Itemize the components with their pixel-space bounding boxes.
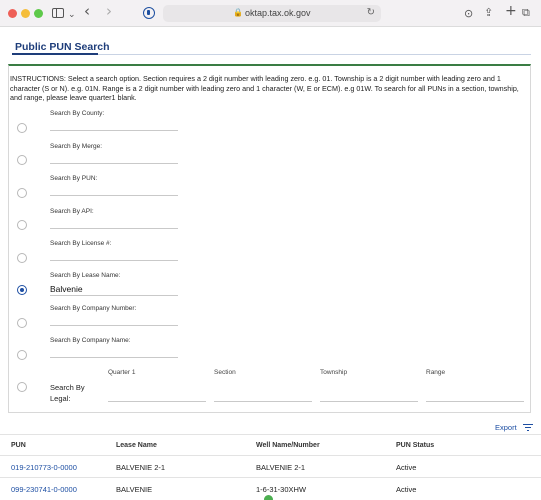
township-label: Township <box>320 369 348 376</box>
pun-label: Search By PUN: <box>50 175 98 182</box>
lease-name-cell: BALVENIE <box>116 485 153 494</box>
pun-field: Search By PUN: <box>50 175 178 196</box>
share-icon[interactable]: ⇪ <box>484 5 493 21</box>
download-icon[interactable]: ⊙ <box>464 6 473 22</box>
pun-link[interactable]: 099-230741-0-0000 <box>11 485 77 494</box>
lease-name-cell: BALVENIE 2-1 <box>116 463 166 472</box>
pun-input[interactable] <box>50 182 178 196</box>
sidebar-toggle-icon[interactable] <box>52 8 64 18</box>
company-name-field: Search By Company Name: <box>50 337 178 358</box>
section-input[interactable] <box>214 376 312 402</box>
radio-company-number[interactable] <box>17 318 27 328</box>
tab-overview-icon[interactable]: ⧉ <box>522 5 530 21</box>
lease-name-label: Search By Lease Name: <box>50 272 121 279</box>
lock-icon: 🔒 <box>233 8 243 17</box>
column-header-pun[interactable]: PUN <box>11 442 26 449</box>
address-bar[interactable]: 🔒 oktap.tax.ok.gov ↻ <box>163 5 381 22</box>
reload-icon[interactable]: ↻ <box>367 7 375 18</box>
well-name-cell: BALVENIE 2-1 <box>256 463 306 472</box>
password-manager-icon[interactable] <box>143 7 155 19</box>
section-label: Section <box>214 369 236 376</box>
status-indicator-icon <box>264 495 273 500</box>
county-field: Search By County: <box>50 110 178 131</box>
table-row: 019-210773-0-0000 BALVENIE 2-1 BALVENIE … <box>0 455 541 477</box>
radio-merge[interactable] <box>17 155 27 165</box>
company-name-label: Search By Company Name: <box>50 337 131 344</box>
instructions-text: INSTRUCTIONS: Select a search option. Se… <box>10 74 519 103</box>
forward-icon[interactable]: › <box>106 3 112 19</box>
radio-lease-name[interactable] <box>17 285 27 295</box>
page-title: Public PUN Search <box>15 41 110 53</box>
company-name-input[interactable] <box>50 344 178 358</box>
radio-county[interactable] <box>17 123 27 133</box>
company-number-field: Search By Company Number: <box>50 305 178 326</box>
range-input[interactable] <box>426 376 524 402</box>
merge-field: Search By Merge: <box>50 143 178 164</box>
quarter1-field: Quarter 1 <box>108 369 206 402</box>
browser-toolbar: ⌄ ‹ › 🔒 oktap.tax.ok.gov ↻ ⊙ ⇪ + ⧉ <box>0 0 541 27</box>
well-name-cell: 1-6-31-30XHW <box>256 485 307 494</box>
range-label: Range <box>426 369 446 376</box>
api-input[interactable] <box>50 215 178 229</box>
quarter1-label: Quarter 1 <box>108 369 136 376</box>
legal-label: Search By Legal: <box>50 383 85 403</box>
filter-icon[interactable] <box>523 424 533 432</box>
license-field: Search By License #: <box>50 240 178 261</box>
merge-label: Search By Merge: <box>50 143 103 150</box>
chevron-down-icon[interactable]: ⌄ <box>68 7 76 23</box>
radio-legal[interactable] <box>17 382 27 392</box>
quarter1-input[interactable] <box>108 376 206 402</box>
column-header-pun-status[interactable]: PUN Status <box>396 442 434 449</box>
company-number-input[interactable] <box>50 312 178 326</box>
api-field: Search By API: <box>50 208 178 229</box>
radio-license[interactable] <box>17 253 27 263</box>
radio-company-name[interactable] <box>17 350 27 360</box>
county-label: Search By County: <box>50 110 105 117</box>
close-window-button[interactable] <box>8 9 17 18</box>
lease-name-field: Search By Lease Name: <box>50 272 178 296</box>
merge-input[interactable] <box>50 150 178 164</box>
township-input[interactable] <box>320 376 418 402</box>
county-input[interactable] <box>50 117 178 131</box>
zoom-window-button[interactable] <box>34 9 43 18</box>
url-text: oktap.tax.ok.gov <box>245 8 311 18</box>
license-input[interactable] <box>50 247 178 261</box>
export-button[interactable]: Export <box>495 423 517 432</box>
minimize-window-button[interactable] <box>21 9 30 18</box>
column-header-lease-name[interactable]: Lease Name <box>116 442 157 449</box>
license-label: Search By License #: <box>50 240 112 247</box>
range-field: Range <box>426 369 524 402</box>
title-underline <box>12 53 98 55</box>
back-icon[interactable]: ‹ <box>84 3 90 19</box>
lease-name-input[interactable] <box>50 279 178 296</box>
radio-api[interactable] <box>17 220 27 230</box>
pun-status-cell: Active <box>396 485 417 494</box>
pun-status-cell: Active <box>396 463 417 472</box>
column-header-well-name[interactable]: Well Name/Number <box>256 442 320 449</box>
township-field: Township <box>320 369 418 402</box>
api-label: Search By API: <box>50 208 94 215</box>
radio-pun[interactable] <box>17 188 27 198</box>
pun-link[interactable]: 019-210773-0-0000 <box>11 463 77 472</box>
company-number-label: Search By Company Number: <box>50 305 137 312</box>
new-tab-icon[interactable]: + <box>505 3 517 19</box>
table-header-row: PUN Lease Name Well Name/Number PUN Stat… <box>0 434 541 456</box>
section-field: Section <box>214 369 312 402</box>
